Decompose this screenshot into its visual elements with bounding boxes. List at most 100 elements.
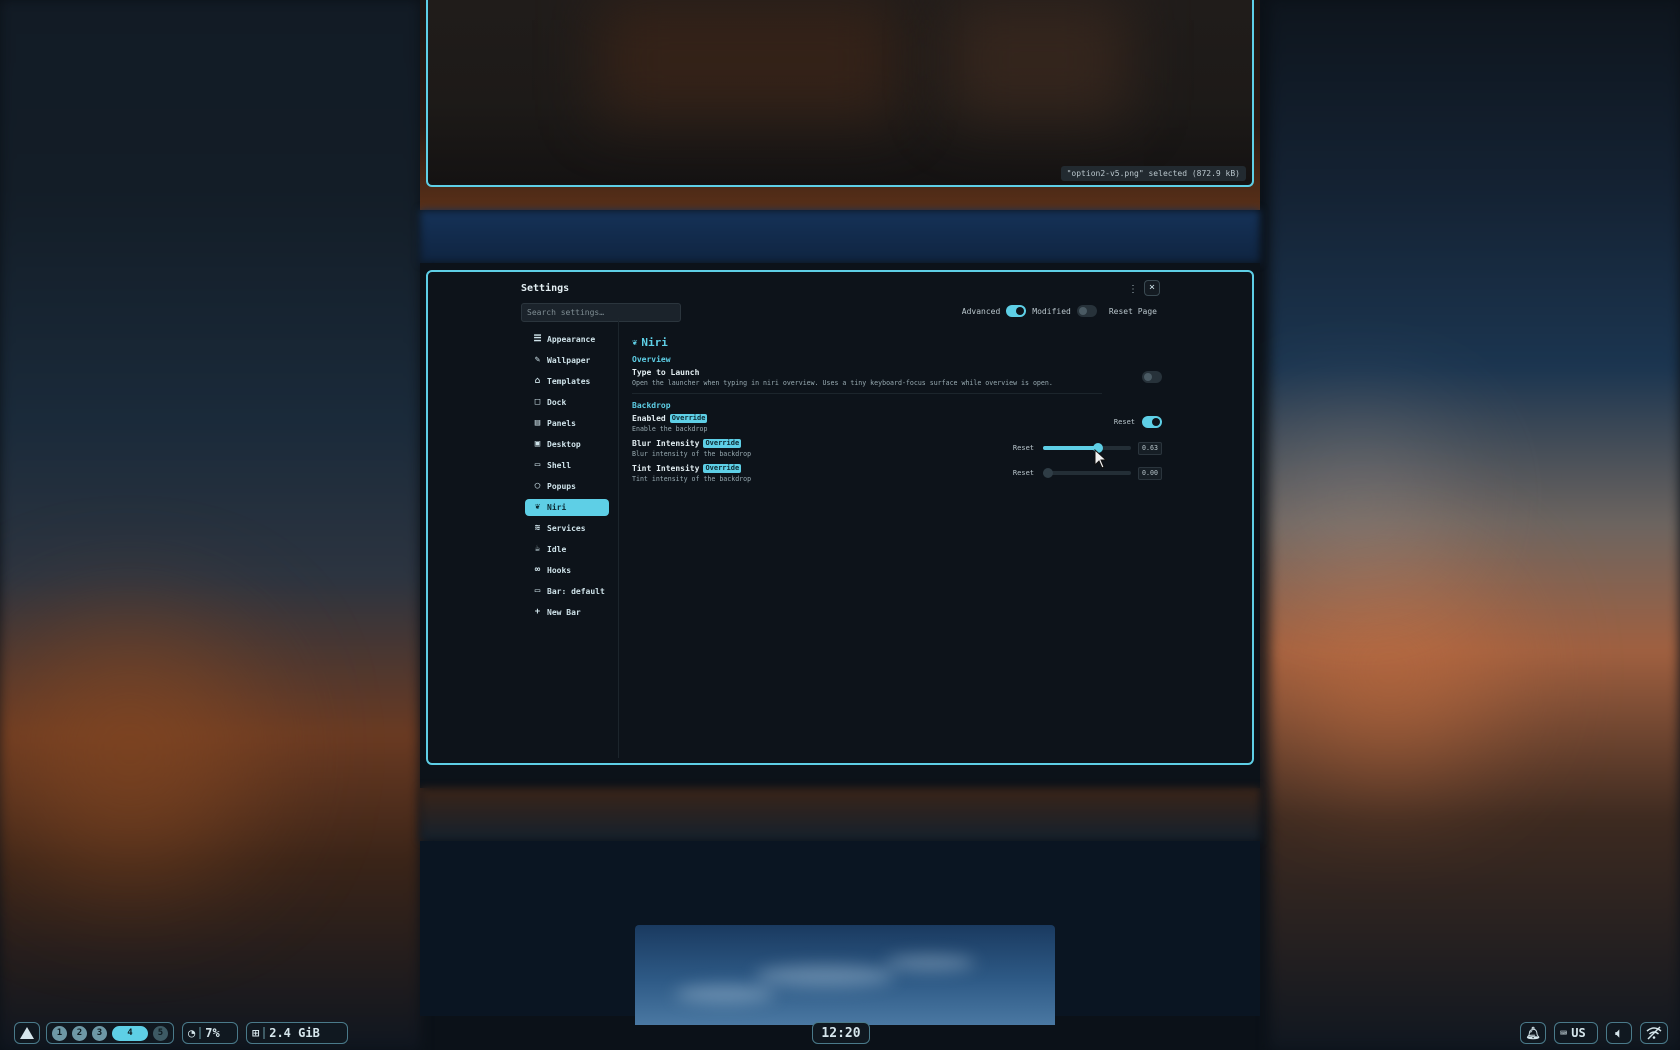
sidebar-item-templates[interactable]: ⌂ Templates <box>525 373 609 390</box>
sidebar-item-appearance[interactable]: ☰ Appearance <box>525 331 609 348</box>
workspace-2[interactable]: 2 <box>72 1025 87 1041</box>
setting-description: Open the launcher when typing in niri ov… <box>632 379 1053 387</box>
setting-blur-intensity: Blur Intensity Override Blur intensity o… <box>632 439 1162 459</box>
label-text: Blur Intensity <box>632 439 700 448</box>
override-badge: Override <box>703 439 742 448</box>
brush-icon: ✎ <box>534 355 541 365</box>
niri-icon: ❦ <box>632 337 638 348</box>
selection-status: "option2-v5.png" selected (872.9 kB) <box>1060 166 1246 181</box>
keyboard-layout-value: US <box>1571 1026 1586 1040</box>
toggle-knob <box>1016 307 1025 315</box>
cloud <box>675 985 775 1003</box>
desktop-icon: ▣ <box>534 439 541 449</box>
idle-icon: ☕ <box>534 544 541 554</box>
layers-icon: ≋ <box>534 523 541 533</box>
memory-indicator[interactable]: ⊞ 2.4 GiB <box>246 1022 348 1044</box>
workspace-1[interactable]: 1 <box>52 1025 67 1041</box>
sidebar-item-label: Templates <box>547 377 591 386</box>
slider-thumb[interactable] <box>1043 468 1053 478</box>
gauge-icon: ◔ <box>188 1026 196 1040</box>
workspace-5[interactable]: 5 <box>153 1025 168 1041</box>
setting-label: Type to Launch <box>632 368 1162 377</box>
sidebar-item-hooks[interactable]: ∞ Hooks <box>525 562 609 579</box>
dock-icon: □ <box>534 397 541 407</box>
label-text: Type to Launch <box>632 368 700 377</box>
slider-fill <box>1043 446 1099 450</box>
sidebar-item-panels[interactable]: ▤ Panels <box>525 415 609 432</box>
sidebar-item-label: Desktop <box>547 440 581 449</box>
sidebar-item-wallpaper[interactable]: ✎ Wallpaper <box>525 352 609 369</box>
network-button[interactable] <box>1640 1022 1668 1044</box>
search-input[interactable] <box>521 303 681 322</box>
window-shadow <box>598 0 898 120</box>
sidebar-item-services[interactable]: ≋ Services <box>525 520 609 537</box>
sidebar-item-label: Dock <box>547 398 567 407</box>
sidebar-item-new-bar[interactable]: + New Bar <box>525 604 609 621</box>
sidebar-item-popups[interactable]: ◯ Popups <box>525 478 609 495</box>
sidebar-item-bar-default[interactable]: ▭ Bar: default <box>525 583 609 600</box>
sidebar-item-shell[interactable]: ▭ Shell <box>525 457 609 474</box>
cloud <box>885 955 975 971</box>
reset-tint-button[interactable]: Reset <box>1013 469 1034 477</box>
niri-icon: ❦ <box>534 502 541 512</box>
type-to-launch-toggle[interactable] <box>1142 371 1162 383</box>
chip-icon: ⊞ <box>252 1026 260 1040</box>
sidebar-item-idle[interactable]: ☕ Idle <box>525 541 609 558</box>
setting-backdrop-enabled: Enabled Override Enable the backdrop Res… <box>632 414 1162 434</box>
clock[interactable]: 12:20 <box>812 1022 870 1044</box>
bar-icon: ▭ <box>534 586 541 596</box>
sidebar-item-label: New Bar <box>547 608 581 617</box>
section-divider <box>632 393 1102 394</box>
sidebar-item-dock[interactable]: □ Dock <box>525 394 609 411</box>
keyboard-icon: ⌨ <box>1560 1026 1568 1040</box>
more-menu-icon[interactable]: ⋮ <box>1128 284 1138 295</box>
launcher-button[interactable] <box>14 1022 40 1044</box>
backdrop-enabled-toggle[interactable] <box>1142 416 1162 428</box>
cpu-indicator[interactable]: ◔ 7% <box>182 1022 238 1044</box>
sidebar-item-label: Appearance <box>547 335 596 344</box>
sidebar-item-desktop[interactable]: ▣ Desktop <box>525 436 609 453</box>
settings-window[interactable]: Settings ⋮ × Advanced Modified Reset Pag… <box>426 270 1254 765</box>
warm-glow-left <box>0 620 260 880</box>
workspace-3[interactable]: 3 <box>92 1025 107 1041</box>
template-icon: ⌂ <box>534 376 541 386</box>
notifications-button[interactable]: 🔔︎ <box>1520 1022 1546 1044</box>
blur-intensity-slider[interactable] <box>1043 443 1131 453</box>
speaker-icon: 🔈︎ <box>1615 1026 1623 1040</box>
label-text: Tint Intensity <box>632 464 700 473</box>
sidebar-item-label: Shell <box>547 461 572 470</box>
sidebar-item-niri[interactable]: ❦ Niri <box>525 499 609 516</box>
cpu-value: 7% <box>205 1026 220 1040</box>
override-badge: Override <box>669 414 708 423</box>
setting-type-to-launch: Type to Launch Open the launcher when ty… <box>632 368 1162 388</box>
modified-toggle[interactable] <box>1076 305 1097 317</box>
popup-icon: ◯ <box>534 481 541 491</box>
tint-value-field[interactable]: 0.00 <box>1138 466 1162 480</box>
reset-page-button[interactable]: Reset Page <box>1109 307 1157 316</box>
close-button[interactable]: × <box>1144 280 1160 296</box>
workspace-4[interactable]: 4 <box>112 1025 148 1041</box>
backdrop-left <box>0 0 420 1050</box>
keyboard-layout-button[interactable]: ⌨ US <box>1554 1022 1598 1044</box>
section-overview: Overview <box>632 355 671 364</box>
window-title: Settings <box>521 283 570 294</box>
settings-sidebar: ☰ Appearance ✎ Wallpaper ⌂ Templates □ Dock ▤ Pan… <box>525 331 609 625</box>
volume-button[interactable]: 🔈︎ <box>1606 1022 1632 1044</box>
blur-value-field[interactable]: 0.63 <box>1138 441 1162 455</box>
sidebar-item-label: Panels <box>547 419 576 428</box>
clock-time: 12:20 <box>821 1025 861 1041</box>
reset-blur-button[interactable]: Reset <box>1013 444 1034 452</box>
bell-icon: 🔔︎ <box>1525 1026 1541 1040</box>
section-backdrop: Backdrop <box>632 401 671 410</box>
column-bottom <box>420 841 1260 1025</box>
sidebar-item-label: Idle <box>547 545 567 554</box>
sidebar-item-label: Wallpaper <box>547 356 591 365</box>
file-viewer-window[interactable]: "option2-v5.png" selected (872.9 kB) <box>426 0 1254 187</box>
sidebar-divider <box>618 318 619 758</box>
launcher-icon <box>20 1027 34 1039</box>
setting-label: Enabled Override <box>632 414 1162 423</box>
tint-intensity-slider[interactable] <box>1043 468 1131 478</box>
taskbar: 12345 ◔ 7% ⊞ 2.4 GiB 12:20 🔔︎ ⌨ US 🔈︎ <box>0 1016 1680 1050</box>
advanced-toggle[interactable] <box>1006 305 1027 317</box>
reset-enabled-button[interactable]: Reset <box>1114 418 1135 426</box>
